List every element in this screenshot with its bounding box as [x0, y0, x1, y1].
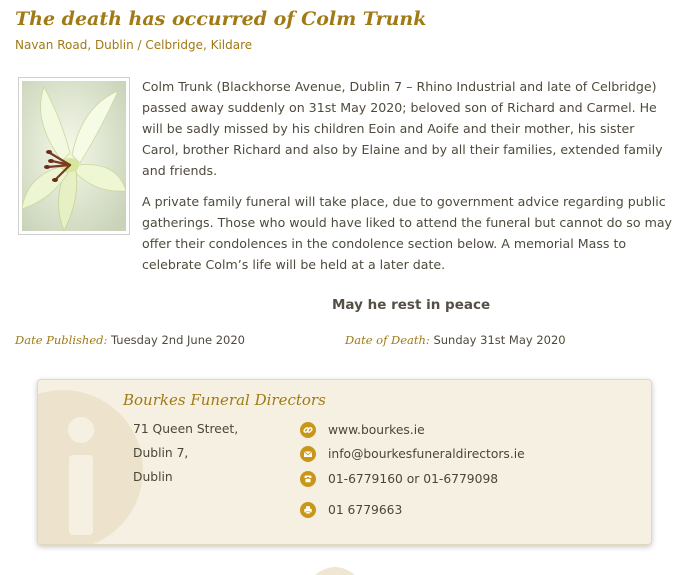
fax-row: 01 6779663 — [300, 502, 402, 518]
lily-flower-image — [18, 77, 130, 235]
rest-in-peace: May he rest in peace — [332, 297, 491, 313]
notice-paragraph-1: Colm Trunk (Blackhorse Avenue, Dublin 7 … — [142, 79, 663, 178]
address-line-2: Dublin 7, — [133, 446, 189, 460]
fax-number: 01 6779663 — [328, 503, 403, 517]
date-published-label: Date Published: — [15, 333, 108, 347]
link-icon — [300, 422, 316, 438]
date-published-value: Tuesday 2nd June 2020 — [111, 333, 245, 347]
notice-paragraph-2: A private family funeral will take place… — [142, 194, 673, 272]
notice-location: Navan Road, Dublin / Celbridge, Kildare — [15, 38, 253, 52]
website-row: www.bourkes.ie — [300, 422, 425, 438]
phone-number[interactable]: 01-6779160 or 01-6779098 — [328, 472, 498, 486]
date-of-death-label: Date of Death: — [345, 333, 430, 347]
address-line-3: Dublin — [133, 470, 173, 484]
decorative-ornament — [315, 567, 355, 575]
fax-icon — [300, 502, 316, 518]
director-name[interactable]: Bourkes Funeral Directors — [123, 391, 326, 409]
phone-row: 01-6779160 or 01-6779098 — [300, 471, 498, 487]
address-line-1: 71 Queen Street, — [133, 422, 239, 436]
phone-icon — [300, 471, 316, 487]
email-icon — [300, 446, 316, 462]
email-link[interactable]: info@bourkesfuneraldirectors.ie — [328, 447, 525, 461]
website-link[interactable]: www.bourkes.ie — [328, 423, 425, 437]
notice-title: The death has occurred of Colm Trunk — [15, 8, 427, 30]
date-of-death: Date of Death: Sunday 31st May 2020 — [345, 333, 566, 347]
date-published: Date Published: Tuesday 2nd June 2020 — [15, 333, 245, 347]
email-row: info@bourkesfuneraldirectors.ie — [300, 446, 525, 462]
funeral-director-card: Bourkes Funeral Directors 71 Queen Stree… — [37, 379, 652, 545]
date-of-death-value: Sunday 31st May 2020 — [433, 333, 566, 347]
notice-body: Colm Trunk (Blackhorse Avenue, Dublin 7 … — [142, 76, 674, 285]
